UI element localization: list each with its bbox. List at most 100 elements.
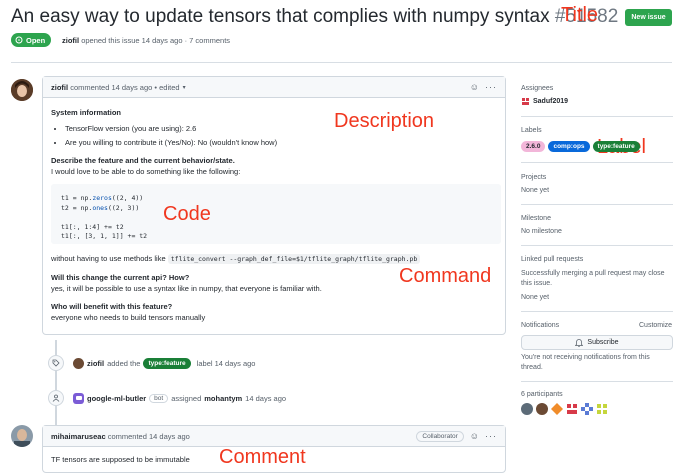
avatar[interactable]: [11, 79, 33, 101]
sidebar-divider: [521, 116, 673, 117]
sidebar-linked-desc: Successfully merging a pull request may …: [521, 270, 665, 277]
sidebar-assignees-heading[interactable]: Assignees: [521, 85, 553, 92]
more-options-icon[interactable]: ···: [485, 82, 497, 92]
annotation-description: Description: [334, 110, 435, 132]
question-feature: Describe the feature and the current beh…: [51, 156, 235, 165]
participant-avatar[interactable]: [596, 403, 608, 415]
bot-avatar-icon[interactable]: [73, 392, 84, 404]
avatar[interactable]: [73, 357, 84, 369]
notification-desc: You're not receiving notifications from …: [521, 354, 650, 361]
sidebar-participants-heading: 6 participants: [521, 391, 563, 398]
subscribe-label: Subscribe: [587, 339, 619, 346]
assignee-item[interactable]: Saduf2019: [521, 97, 568, 106]
list-item: Are you willing to contribute it (Yes/No…: [65, 137, 497, 148]
comment-author[interactable]: mihaimaruseac: [51, 432, 106, 441]
subscribe-button[interactable]: Subscribe: [521, 335, 673, 350]
assignee-name: Saduf2019: [533, 98, 569, 105]
sidebar-divider: [521, 162, 673, 163]
code-block: t1 = np.zeros((2, 4)) t2 = np.ones((2, 3)…: [51, 184, 501, 244]
sidebar-linked-value: None yet: [521, 294, 550, 301]
event-text: assigned: [171, 393, 202, 403]
more-options-icon[interactable]: ···: [485, 431, 497, 441]
sidebar-divider: [521, 381, 673, 382]
issue-title: An easy way to update tensors that compl…: [11, 6, 618, 28]
label-chip[interactable]: 2.6.0: [521, 141, 546, 152]
participant-avatar[interactable]: [536, 403, 548, 415]
event-user[interactable]: google-ml-butler: [87, 394, 146, 403]
new-issue-button[interactable]: New issue: [625, 9, 672, 26]
event-text: label 14 days ago: [196, 358, 256, 368]
code-line: t1 = np.zeros((2, 4)): [61, 194, 144, 202]
tag-icon: [48, 355, 64, 371]
timeline-label-event: ziofil added the type:feature label 14 d…: [48, 355, 255, 371]
status-badge: Open: [11, 33, 52, 47]
comment-body: System information TensorFlow version (y…: [43, 98, 505, 323]
issue-opened-icon: [15, 36, 23, 44]
sidebar-milestone-heading[interactable]: Milestone: [521, 215, 551, 222]
timeline-assign-event: google-ml-butler bot assigned mohantym 1…: [48, 390, 286, 406]
comment-author[interactable]: ziofil: [51, 83, 68, 92]
bell-icon: [575, 338, 584, 347]
code-line: t1[:, [3, 1, 1]] += t2: [61, 232, 148, 240]
participant-avatar[interactable]: [521, 403, 533, 415]
avatar-ziofil-icon: [11, 79, 33, 101]
question-benefit: Who will benefit with this feature?: [51, 302, 173, 311]
answer-benefit: everyone who needs to build tensors manu…: [51, 313, 206, 322]
sidebar-projects-value: None yet: [521, 187, 550, 194]
notification-desc: thread.: [521, 364, 543, 371]
sidebar-notifications-heading: Notifications: [521, 322, 560, 329]
timeline-line: [55, 340, 57, 428]
comment-meta: commented 14 days ago • edited: [70, 82, 180, 92]
emoji-reaction-icon[interactable]: ☺: [470, 82, 479, 92]
code-line: t2 = np.ones((2, 3)): [61, 203, 140, 212]
inline-code: tflite_convert --graph_def_file=$1/tflit…: [167, 254, 421, 264]
annotation-title: Title: [561, 4, 599, 26]
event-target-user[interactable]: mohantym: [204, 394, 242, 403]
code-line: t1[:, 1:4] += t2: [61, 222, 124, 231]
comment-meta: commented 14 days ago: [107, 431, 190, 441]
participant-avatar[interactable]: [581, 403, 593, 415]
avatar-mihaimaruseac-icon: [11, 425, 33, 447]
issue-author-link[interactable]: ziofil: [62, 36, 79, 45]
participant-avatar[interactable]: [566, 403, 578, 415]
command-prefix: without having to use methods like: [51, 254, 166, 263]
sidebar-labels-heading[interactable]: Labels: [521, 127, 542, 134]
collaborator-badge: Collaborator: [416, 430, 464, 442]
issue-meta: ziofil opened this issue 14 days ago · 7…: [62, 36, 230, 45]
issue-title-text: An easy way to update tensors that compl…: [11, 6, 550, 27]
sidebar-milestone-value: No milestone: [521, 228, 562, 235]
label-chip[interactable]: comp:ops: [548, 141, 590, 152]
annotation-comment: Comment: [219, 446, 306, 468]
issue-meta-text: opened this issue 14 days ago · 7 commen…: [81, 36, 231, 45]
customize-link[interactable]: Customize: [639, 322, 672, 329]
sidebar-label-list: 2.6.0 comp:ops type:feature: [521, 141, 643, 152]
status-label: Open: [26, 35, 46, 45]
sidebar-linked-desc: this issue.: [521, 280, 553, 287]
emoji-reaction-icon[interactable]: ☺: [470, 431, 479, 441]
bot-badge: bot: [149, 393, 169, 403]
participants-list: [521, 403, 608, 415]
label-chip[interactable]: type:feature: [143, 357, 191, 369]
sidebar-divider: [521, 245, 673, 246]
header-divider: [11, 62, 672, 63]
avatar[interactable]: [11, 425, 33, 447]
sidebar-divider: [521, 204, 673, 205]
sidebar-divider: [521, 311, 673, 312]
sidebar-projects-heading[interactable]: Projects: [521, 174, 546, 181]
person-icon: [48, 390, 64, 406]
participant-avatar[interactable]: [551, 403, 563, 415]
assignee-avatar-icon: [521, 97, 530, 106]
label-chip[interactable]: type:feature: [592, 141, 640, 152]
comment-header: mihaimaruseac commented 14 days ago Coll…: [43, 426, 505, 447]
command-line: without having to use methods like tflit…: [51, 253, 497, 265]
event-text: added the: [107, 358, 141, 368]
annotation-command: Command: [399, 265, 492, 287]
comment-header: ziofil commented 14 days ago • edited ▾ …: [43, 77, 505, 98]
chevron-down-icon[interactable]: ▾: [183, 84, 186, 91]
comment-card: ziofil commented 14 days ago • edited ▾ …: [42, 76, 506, 335]
event-text: 14 days ago: [245, 393, 287, 403]
sidebar-linked-heading[interactable]: Linked pull requests: [521, 256, 583, 263]
event-user[interactable]: ziofil: [87, 359, 104, 368]
answer-feature: I would love to be able to do something …: [51, 167, 241, 176]
